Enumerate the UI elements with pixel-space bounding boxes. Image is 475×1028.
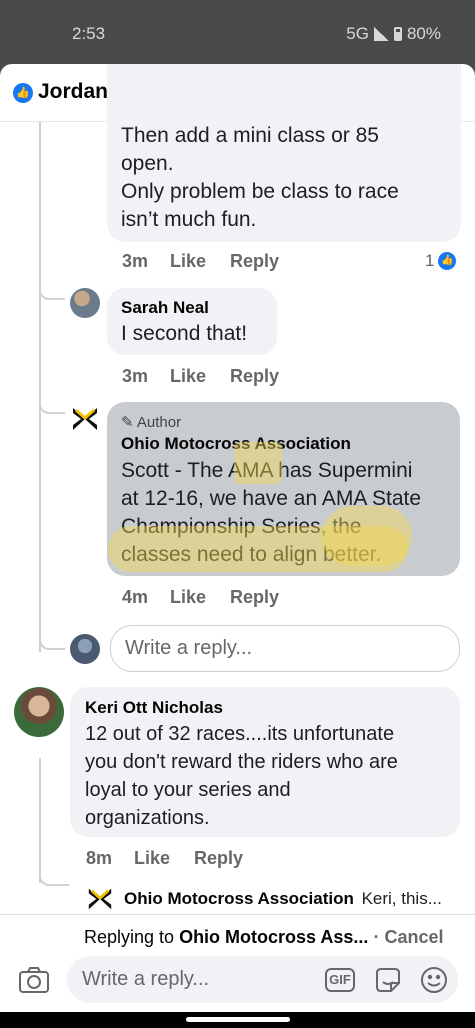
like-reaction-icon: 👍 <box>438 252 457 270</box>
comment-text: I second that! <box>121 322 248 345</box>
comment-bubble[interactable]: Keri Ott Nicholas 12 out of 32 races....… <box>70 687 460 837</box>
battery-icon <box>393 27 402 41</box>
replying-to-label: Replying to Ohio Motocross Ass... · Canc… <box>84 927 444 947</box>
reply-link[interactable]: Reply <box>230 251 279 272</box>
reaction-count[interactable]: 1 👍 <box>425 251 457 271</box>
like-link[interactable]: Like <box>170 251 206 272</box>
avatar[interactable] <box>70 288 100 318</box>
thread-line <box>39 758 41 883</box>
author-badge: ✎ Author <box>121 414 182 431</box>
highlight-mark <box>234 442 282 484</box>
comments-sheet: 👍 Jordan Beadling and 24 others › Then a… <box>0 64 475 1028</box>
avatar[interactable] <box>14 687 64 737</box>
user-avatar <box>70 634 100 664</box>
ohio-motocross-logo[interactable] <box>70 404 100 434</box>
comment-actions: 3m Like Reply <box>122 366 279 387</box>
pencil-icon: ✎ <box>121 414 134 431</box>
signal-icon <box>373 27 389 41</box>
reply-link[interactable]: Reply <box>194 848 243 869</box>
comment-bubble[interactable]: Sarah Neal I second that! <box>107 288 277 355</box>
comment-actions: 8m Like Reply <box>86 848 243 869</box>
comment-actions: 3m Like Reply <box>122 251 279 272</box>
ohio-motocross-logo <box>86 885 114 913</box>
comment-time: 3m <box>122 366 149 386</box>
status-bar: 2:53 5G 80% <box>0 0 475 64</box>
gif-icon[interactable]: GIF <box>325 968 355 992</box>
emoji-icon[interactable] <box>419 965 449 995</box>
status-right: 5G 80% <box>346 24 441 44</box>
comment-text: Then add a mini class or 85 open. Only p… <box>121 124 399 231</box>
comment-time: 4m <box>122 587 149 607</box>
comment-actions: 4m Like Reply <box>122 587 279 608</box>
reply-link[interactable]: Reply <box>230 366 279 387</box>
highlight-mark <box>322 506 412 566</box>
status-time: 2:53 <box>72 24 106 43</box>
home-gesture-handle[interactable] <box>186 1017 290 1022</box>
comment-bubble[interactable]: Then add a mini class or 85 open. Only p… <box>107 64 461 242</box>
camera-icon[interactable] <box>18 966 50 994</box>
like-link[interactable]: Like <box>134 848 170 869</box>
reply-link[interactable]: Reply <box>230 587 279 608</box>
thread-connector <box>39 632 65 650</box>
cancel-reply-button[interactable]: · Cancel <box>373 927 443 947</box>
inline-reply-input[interactable]: Write a reply... <box>110 625 460 672</box>
reply-composer: Replying to Ohio Motocross Ass... · Canc… <box>0 914 475 1028</box>
thread-line <box>39 122 41 652</box>
comment-time: 8m <box>86 848 113 868</box>
battery-level: 80% <box>406 24 441 43</box>
like-link[interactable]: Like <box>170 587 206 608</box>
like-reaction-icon: 👍 <box>13 83 33 103</box>
comment-text: 12 out of 32 races....its unfortunate yo… <box>85 723 398 829</box>
commenter-name[interactable]: Keri Ott Nicholas <box>85 698 223 718</box>
thread-connector <box>39 872 69 886</box>
thread-connector <box>39 282 65 300</box>
thread-connector <box>39 396 65 414</box>
sticker-icon[interactable] <box>373 965 403 995</box>
like-link[interactable]: Like <box>170 366 206 387</box>
commenter-name[interactable]: Sarah Neal <box>121 298 209 318</box>
comment-time: 3m <box>122 251 149 271</box>
system-nav-bar <box>0 1012 475 1028</box>
network-label: 5G <box>346 24 369 43</box>
reply-preview[interactable]: Ohio Motocross Association Keri, this... <box>124 889 442 909</box>
reply-input[interactable]: Write a reply... GIF <box>67 956 458 1003</box>
